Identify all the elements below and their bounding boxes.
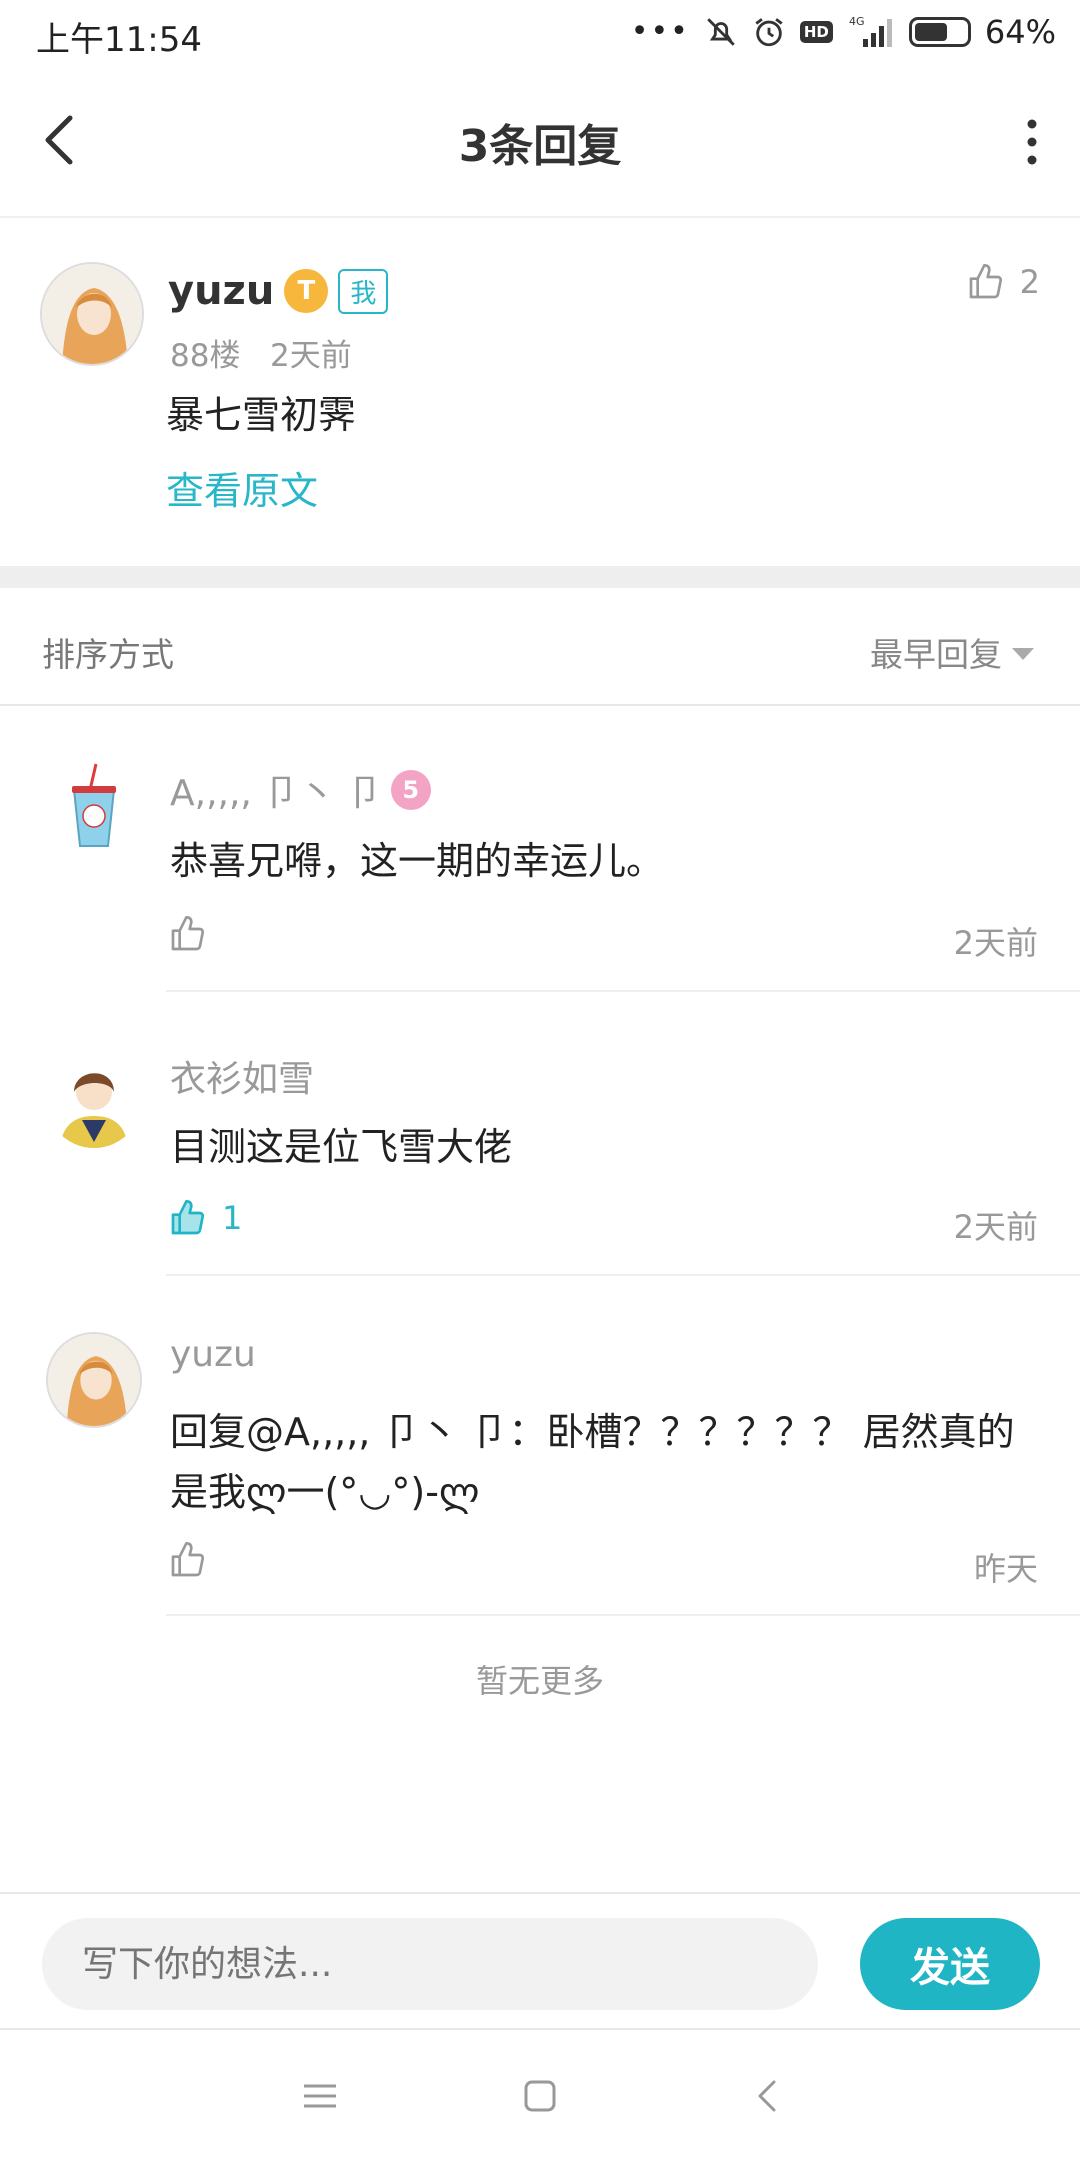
reply-like-count: 1	[222, 1199, 243, 1237]
reply-author-name: yuzu	[170, 1334, 256, 1375]
sort-value: 最早回复	[870, 635, 1002, 674]
reply-text: 恭喜兄嘚，这一期的幸运儿。	[170, 839, 665, 883]
comment-text: 暴七雪初霁	[166, 393, 357, 437]
comment-author[interactable]: yuzu T 我	[168, 268, 389, 314]
level-badge-icon: 5	[390, 770, 431, 810]
reply-time: 昨天	[973, 1550, 1038, 1588]
signal-icon: 4G	[849, 15, 892, 47]
view-original-link[interactable]: 查看原文	[166, 460, 318, 515]
floor-number: 88楼	[170, 338, 241, 374]
battery-icon	[908, 17, 971, 47]
drink-cup-avatar-icon	[46, 760, 142, 856]
home-icon[interactable]	[518, 2074, 562, 2118]
hd-icon: HD	[799, 21, 833, 43]
avatar[interactable]	[46, 1332, 142, 1428]
more-options-icon[interactable]	[1022, 112, 1042, 172]
avatar[interactable]	[40, 262, 144, 366]
reply-item: A,,,,, 卩丶 卩 5 恭喜兄嘚，这一期的幸运儿。 2天前	[0, 706, 1080, 992]
original-comment: yuzu T 我 88楼 2天前 暴七雪初霁 查看原文 2	[0, 218, 1080, 566]
reply-like-button[interactable]	[168, 914, 222, 954]
comment-input[interactable]	[42, 1918, 818, 2010]
reply-like-button[interactable]	[168, 1540, 222, 1580]
like-count: 2	[1019, 263, 1040, 301]
no-more-text: 暂无更多	[475, 1662, 604, 1700]
avatar-illustration-icon	[48, 1334, 140, 1426]
me-tag: 我	[338, 268, 389, 314]
thumbs-up-filled-icon	[171, 1200, 205, 1235]
status-time: 上午11:54	[36, 20, 202, 60]
top-bar: 3条回复	[0, 66, 1080, 218]
battery-fill	[914, 23, 947, 41]
system-nav-bar	[0, 2030, 1080, 2160]
avatar[interactable]	[46, 760, 142, 856]
reply-author-name: A,,,,, 卩丶 卩	[170, 773, 383, 814]
status-icons: ••• HD 4G 64%	[631, 10, 1056, 54]
more-notifications-icon: •••	[630, 14, 690, 49]
thumbs-up-icon	[969, 264, 1002, 299]
character-avatar-icon	[46, 1052, 142, 1148]
sort-label: 排序方式	[42, 635, 174, 674]
reply-author-name: 衣衫如雪	[170, 1059, 315, 1100]
divider	[166, 1614, 1080, 1616]
page-title: 3条回复	[458, 121, 622, 172]
chevron-down-icon	[1012, 648, 1034, 660]
reply-text: 目测这是位飞雪大佬	[170, 1125, 513, 1169]
comment-time: 2天前	[270, 338, 352, 374]
reply-item: 衣衫如雪 目测这是位飞雪大佬 1 2天前	[0, 992, 1080, 1276]
avatar-illustration-icon	[42, 264, 142, 364]
reply-author[interactable]: 衣衫如雪	[170, 1050, 314, 1102]
author-name: yuzu	[168, 268, 275, 314]
reply-item: yuzu 回复@A,,,,, 卩丶 卩：卧槽？？？？？？ 居然真的是我ლ一(°◡…	[0, 1276, 1080, 1616]
send-button[interactable]: 发送	[860, 1918, 1040, 2010]
menu-icon[interactable]	[298, 2074, 342, 2118]
thumbs-up-icon	[171, 916, 205, 951]
status-bar: 上午11:54 ••• HD 4G 64%	[0, 0, 1080, 66]
reply-author[interactable]: yuzu	[170, 1334, 256, 1375]
composer-bar: 发送	[0, 1892, 1080, 2030]
reply-text: 回复@A,,,,, 卩丶 卩：卧槽？？？？？？ 居然真的是我ლ一(°◡°)-ლ	[170, 1410, 1015, 1514]
alarm-icon	[755, 18, 783, 47]
sort-row: 排序方式 最早回复	[0, 588, 1080, 706]
sort-dropdown[interactable]: 最早回复	[870, 628, 1034, 676]
reply-author[interactable]: A,,,,, 卩丶 卩 5	[170, 764, 431, 816]
reply-like-button[interactable]: 1	[168, 1198, 242, 1238]
level-badge-icon: T	[284, 269, 329, 313]
reply-time: 2天前	[953, 1208, 1038, 1246]
battery-percent: 64%	[984, 13, 1056, 51]
back-icon[interactable]	[746, 2074, 790, 2118]
avatar[interactable]	[46, 1052, 142, 1148]
thumbs-up-icon	[171, 1542, 205, 1577]
like-button[interactable]: 2	[966, 262, 1040, 302]
reply-time: 2天前	[953, 924, 1038, 962]
mute-bell-icon	[707, 18, 735, 46]
network-label: 4G	[849, 15, 865, 28]
comment-meta: 88楼 2天前	[170, 330, 352, 375]
section-divider	[0, 566, 1080, 588]
